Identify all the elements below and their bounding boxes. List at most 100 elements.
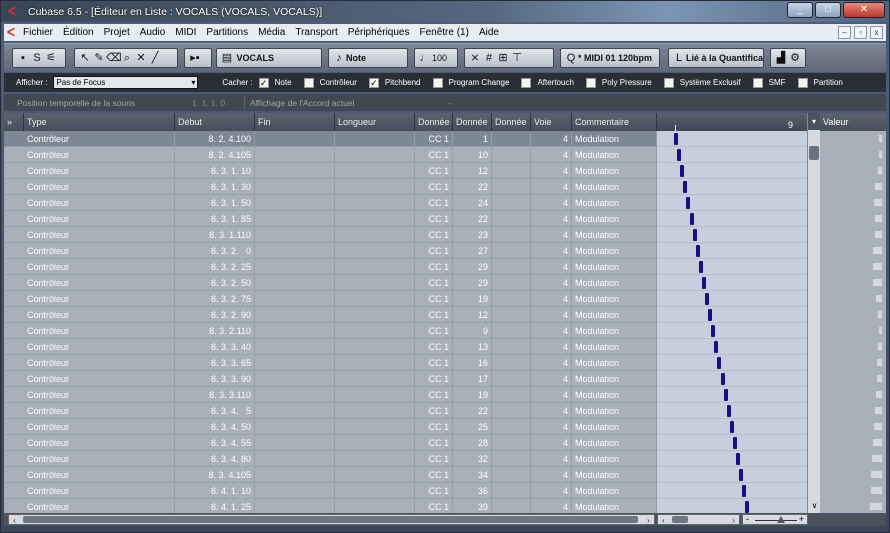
table-row[interactable]: Contrôleur 8. 3. 2. 90 CC 1 12 4 Modulation bbox=[4, 307, 657, 323]
cell-type[interactable]: Contrôleur bbox=[24, 291, 175, 306]
checkbox-box[interactable] bbox=[752, 77, 763, 88]
table-row[interactable]: Contrôleur 8. 3. 2. 75 CC 1 19 4 Modulation bbox=[4, 291, 657, 307]
cell-comment[interactable]: Modulation bbox=[572, 499, 657, 513]
cell-channel[interactable]: 4 bbox=[531, 211, 572, 226]
event-bar[interactable] bbox=[689, 213, 694, 225]
cell-comment[interactable]: Modulation bbox=[572, 147, 657, 162]
menu-aide[interactable]: Aide bbox=[474, 24, 504, 41]
gear-icon[interactable]: ⚙ bbox=[788, 49, 802, 67]
cell-comment[interactable]: Modulation bbox=[572, 387, 657, 402]
cell-length[interactable] bbox=[335, 179, 415, 194]
table-row[interactable]: Contrôleur 8. 3. 2. 50 CC 1 29 4 Modulation bbox=[4, 275, 657, 291]
scroll-left-icon[interactable]: ‹ bbox=[658, 515, 669, 526]
cell-comment[interactable]: Modulation bbox=[572, 467, 657, 482]
table-row[interactable]: Contrôleur 8. 3. 4. 50 CC 1 25 4 Modulation bbox=[4, 419, 657, 435]
cell-data2[interactable]: 29 bbox=[453, 275, 492, 290]
cell-length[interactable] bbox=[335, 147, 415, 162]
grid-icon[interactable]: # bbox=[482, 49, 496, 67]
value-bar[interactable] bbox=[873, 279, 882, 286]
cell-data3[interactable] bbox=[492, 339, 531, 354]
cell-data1[interactable]: CC 1 bbox=[415, 419, 453, 434]
cell-data1[interactable]: CC 1 bbox=[415, 483, 453, 498]
cell-comment[interactable]: Modulation bbox=[572, 179, 657, 194]
doc-close-button[interactable]: x bbox=[870, 26, 883, 39]
mute-tool-icon[interactable]: ✕ bbox=[134, 49, 148, 67]
cell-length[interactable] bbox=[335, 339, 415, 354]
cell-data2[interactable]: 1 bbox=[453, 131, 492, 146]
cell-channel[interactable]: 4 bbox=[531, 339, 572, 354]
cell-type[interactable]: Contrôleur bbox=[24, 275, 175, 290]
cell-channel[interactable]: 4 bbox=[531, 435, 572, 450]
cell-data3[interactable] bbox=[492, 307, 531, 322]
cell-comment[interactable]: Modulation bbox=[572, 195, 657, 210]
event-bar[interactable] bbox=[695, 245, 700, 257]
cell-length[interactable] bbox=[335, 483, 415, 498]
cell-comment[interactable]: Modulation bbox=[572, 403, 657, 418]
cell-data1[interactable]: CC 1 bbox=[415, 227, 453, 242]
table-row[interactable]: Contrôleur 8. 4. 1. 10 CC 1 36 4 Modulation bbox=[4, 483, 657, 499]
cell-comment[interactable]: Modulation bbox=[572, 371, 657, 386]
cell-length[interactable] bbox=[335, 131, 415, 146]
cell-end[interactable] bbox=[255, 467, 335, 482]
table-row[interactable]: Contrôleur 8. 3. 2. 25 CC 1 29 4 Modulation bbox=[4, 259, 657, 275]
doc-restore-button[interactable]: ▫ bbox=[854, 26, 867, 39]
eraser-tool-icon[interactable]: ⌫ bbox=[106, 49, 122, 67]
col-type[interactable]: Type bbox=[24, 113, 175, 131]
cell-end[interactable] bbox=[255, 339, 335, 354]
value-bar[interactable] bbox=[875, 231, 882, 238]
col-longueur[interactable]: Longueur bbox=[335, 113, 415, 131]
scroll-down-icon[interactable]: ∨ bbox=[809, 501, 820, 511]
checkbox-box[interactable] bbox=[797, 77, 808, 88]
cell-length[interactable] bbox=[335, 499, 415, 513]
cell-end[interactable] bbox=[255, 227, 335, 242]
value-bar[interactable] bbox=[873, 439, 882, 446]
scroll-right-icon[interactable]: › bbox=[643, 515, 654, 526]
cell-data2[interactable]: 29 bbox=[453, 259, 492, 274]
table-row[interactable]: Contrôleur 8. 3. 4. 55 CC 1 28 4 Modulation bbox=[4, 435, 657, 451]
cell-type[interactable]: Contrôleur bbox=[24, 195, 175, 210]
value-bar[interactable] bbox=[876, 295, 882, 302]
cell-end[interactable] bbox=[255, 163, 335, 178]
cell-start[interactable]: 8. 3. 4.105 bbox=[175, 467, 255, 482]
event-bar[interactable] bbox=[705, 293, 709, 305]
col-fin[interactable]: Fin bbox=[255, 113, 335, 131]
cell-start[interactable]: 8. 3. 3.110 bbox=[175, 387, 255, 402]
event-bar[interactable] bbox=[742, 485, 747, 497]
cell-end[interactable] bbox=[255, 419, 335, 434]
cell-comment[interactable]: Modulation bbox=[572, 227, 657, 242]
line-tool-icon[interactable]: ╱ bbox=[148, 49, 162, 67]
checkbox-box[interactable] bbox=[521, 77, 532, 88]
cell-start[interactable]: 8. 4. 1. 25 bbox=[175, 499, 255, 513]
value-bar[interactable] bbox=[875, 183, 882, 190]
checkbox-box[interactable] bbox=[663, 77, 674, 88]
cell-data1[interactable]: CC 1 bbox=[415, 355, 453, 370]
col-commentaire[interactable]: Commentaire bbox=[572, 113, 657, 131]
cell-channel[interactable]: 4 bbox=[531, 403, 572, 418]
column-menu-icon[interactable]: ▾ bbox=[808, 113, 820, 130]
hide-aftertouch-checkbox[interactable]: Aftertouch bbox=[521, 77, 574, 88]
event-bar[interactable] bbox=[720, 373, 725, 385]
cell-length[interactable] bbox=[335, 163, 415, 178]
arrow-tool-icon[interactable]: ↖ bbox=[78, 49, 92, 67]
table-row[interactable]: Contrôleur 8. 3. 4. 80 CC 1 32 4 Modulation bbox=[4, 451, 657, 467]
table-row[interactable]: Contrôleur 8. 3. 1.110 CC 1 23 4 Modulation bbox=[4, 227, 657, 243]
menu-partitions[interactable]: Partitions bbox=[201, 24, 253, 41]
cell-length[interactable] bbox=[335, 259, 415, 274]
table-row[interactable]: Contrôleur 8. 3. 4.105 CC 1 34 4 Modulation bbox=[4, 467, 657, 483]
table-row[interactable]: Contrôleur 8. 3. 2. 0 CC 1 27 4 Modulation bbox=[4, 243, 657, 259]
velocity-field[interactable]: ♩ 100 bbox=[414, 48, 458, 68]
value-bar[interactable] bbox=[873, 247, 882, 254]
menu-audio[interactable]: Audio bbox=[135, 24, 171, 41]
menu-peripheriques[interactable]: Périphériques bbox=[343, 24, 415, 41]
cell-data3[interactable] bbox=[492, 467, 531, 482]
table-row[interactable]: Contrôleur 8. 3. 3. 90 CC 1 17 4 Modulation bbox=[4, 371, 657, 387]
cell-data1[interactable]: CC 1 bbox=[415, 339, 453, 354]
cell-data2[interactable]: 10 bbox=[453, 147, 492, 162]
table-row[interactable]: Contrôleur 8. 3. 2.110 CC 1 9 4 Modulation bbox=[4, 323, 657, 339]
event-bar[interactable] bbox=[701, 277, 706, 289]
cell-start[interactable]: 8. 3. 2.110 bbox=[175, 323, 255, 338]
cell-comment[interactable]: Modulation bbox=[572, 435, 657, 450]
cell-type[interactable]: Contrôleur bbox=[24, 435, 175, 450]
cell-data2[interactable]: 22 bbox=[453, 179, 492, 194]
focus-select[interactable]: Pas de Focus bbox=[53, 76, 199, 89]
